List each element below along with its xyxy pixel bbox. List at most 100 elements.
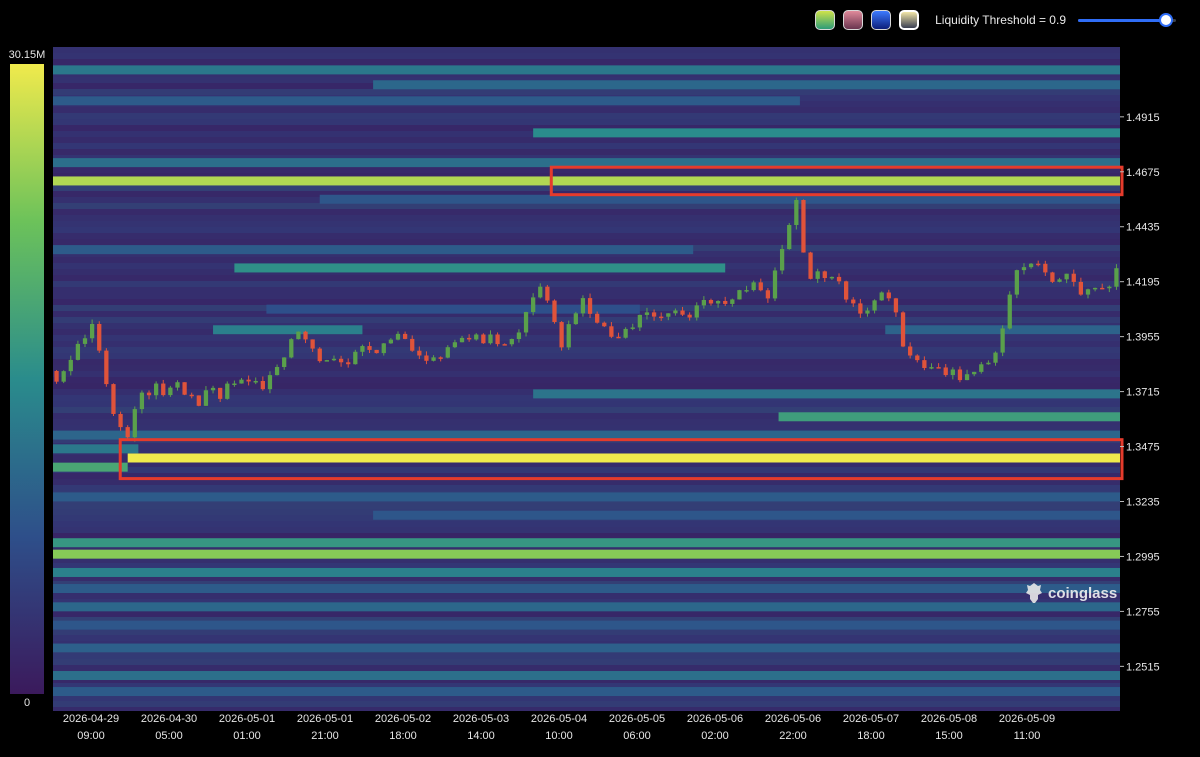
x-tick-date-label: 2026-05-02 [375,713,431,725]
y-tick-label: 1.3475 [1126,442,1160,454]
candle-body [381,343,386,354]
candle-body [431,357,436,361]
heatmap-background-row [53,443,1120,449]
heatmap-background-row [53,203,1120,209]
candle-body [1036,263,1041,266]
candle-body [274,367,280,376]
candle-body [367,346,372,350]
liquidity-band [533,128,1120,138]
heatmap-background-row [53,425,1120,431]
candle-body [168,387,173,396]
candle-body [502,344,507,346]
candle-body [808,252,813,279]
candle-body [239,379,244,384]
candle-body [246,379,251,382]
heatmap-background-row [53,239,1120,245]
candle-body [872,300,877,311]
candle-body [772,270,778,299]
heatmap-background-row [53,341,1120,347]
candle-body [82,338,88,344]
candle-body [495,334,500,345]
candle-body [545,286,550,301]
candle-body [836,276,842,282]
liquidity-band [53,620,1120,630]
candle-body [161,383,166,396]
candle-body [950,369,955,376]
y-tick-label: 1.3235 [1126,496,1160,508]
candle-body [531,297,536,313]
x-tick-time-label: 21:00 [311,730,339,742]
heatmap-background-row [53,401,1120,407]
candle-body [559,322,564,348]
candle-body [353,351,358,365]
y-tick-label: 1.4915 [1126,112,1160,124]
watermark-text: coinglass [1048,584,1118,602]
candle-body [104,350,109,385]
heatmap-background-row [53,659,1120,665]
liquidity-band [53,643,1120,653]
heatmap-background-row [53,113,1120,119]
heatmap-background-row [53,533,1120,539]
candle-body [132,409,137,438]
candle-body [424,355,429,361]
candle-body [1064,273,1069,280]
heatmap-background-row [53,665,1120,671]
candle-body [858,303,863,314]
candle-body [1000,328,1005,353]
candle-body [566,324,571,348]
liquidity-band [53,96,800,106]
candle-body [972,371,977,375]
candle-body [481,334,486,344]
candle-body [1107,286,1112,289]
heatmap-background-row [53,233,1120,239]
candle-body [296,331,301,340]
heatmap-background-row [53,653,1120,659]
candle-body [346,362,351,365]
candle-body [189,394,194,397]
candle-body [1071,273,1076,282]
candle-body [915,355,920,361]
heatmap-background-row [53,635,1120,641]
candle-body [360,346,365,352]
candle-body [801,200,806,253]
x-tick-date-label: 2026-05-08 [921,713,977,725]
candle-body [97,323,102,351]
heatmap-background-row [53,287,1120,293]
heatmap-background-row [53,281,1120,287]
heatmap-background-row [53,335,1120,341]
candle-body [993,352,998,363]
candle-body [282,357,287,368]
y-tick-label: 1.4195 [1126,277,1160,289]
x-tick-time-label: 10:00 [545,730,573,742]
heatmap-background-row [53,353,1120,359]
candle-body [267,375,273,390]
y-tick-label: 1.3955 [1126,332,1160,344]
heatmap-background-row [53,107,1120,113]
liquidity-band [53,176,1120,186]
candle-body [225,383,230,399]
x-tick-time-label: 09:00 [77,730,105,742]
candle-body [331,358,337,361]
x-tick-time-label: 18:00 [857,730,885,742]
x-tick-date-label: 2026-05-01 [297,713,353,725]
heatmap-background-row [53,137,1120,143]
x-tick-time-label: 06:00 [623,730,651,742]
candle-body [900,312,906,347]
candle-body [466,337,472,340]
heatmap-background-row [53,317,1120,323]
candle-body [289,339,294,358]
candle-body [744,290,749,292]
candle-body [964,374,970,381]
liquidity-band [53,602,1120,612]
candle-body [89,323,95,339]
candle-body [865,310,870,314]
x-axis: 2026-04-29 09:00 2026-04-30 05:00 2026-05-01… [63,713,1055,742]
candle-body [54,370,59,382]
y-tick-label: 1.3715 [1126,387,1160,399]
candle-body [338,358,344,363]
heatmap-background-row [53,407,1120,413]
candle-body [232,383,237,386]
candle-body [715,300,721,304]
candle-body [673,310,678,314]
colorbar-max-label: 30.15M [9,49,46,61]
